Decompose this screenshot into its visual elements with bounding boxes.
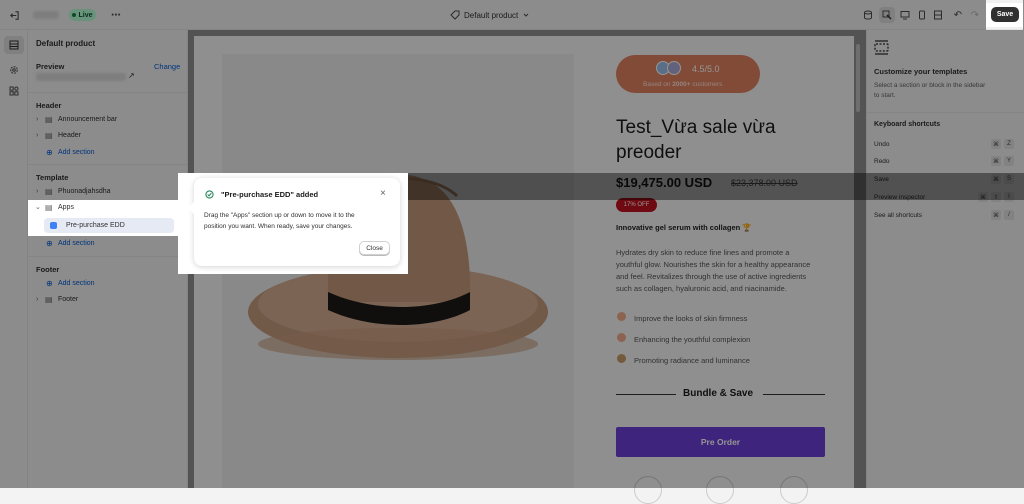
popup-title: "Pre-purchase EDD" added (221, 190, 319, 199)
overlay-dim (408, 200, 1024, 274)
popup-body: Drag the "Apps" section up or down to mo… (204, 212, 355, 219)
chevron-down-icon[interactable]: ⌄ (35, 203, 41, 211)
app-block-icon (50, 222, 57, 229)
overlay-dim (0, 274, 1024, 488)
apps-spotlight: ⌄ ▤ Apps Pre-purchase EDD (28, 200, 178, 236)
popup-close-label: Close (366, 244, 383, 252)
save-button[interactable]: Save (991, 7, 1019, 22)
overlay-dim (0, 0, 986, 30)
overlay-dim (0, 236, 178, 274)
section-added-popup: "Pre-purchase EDD" added × Drag the "App… (188, 178, 400, 266)
popup-close-button[interactable]: Close (359, 241, 390, 255)
close-icon[interactable]: × (380, 188, 386, 199)
save-label: Save (996, 11, 1014, 18)
popup-body: position you want. When ready, save your… (204, 223, 353, 230)
section-icon: ▤ (45, 203, 53, 212)
sidebar-item-pre-purchase-edd[interactable]: Pre-purchase EDD (44, 218, 174, 233)
overlay-dim (408, 173, 1024, 200)
overlay-dim (0, 200, 28, 236)
pre-purchase-label: Pre-purchase EDD (66, 222, 125, 229)
popup-pointer (188, 202, 194, 214)
check-circle-icon (205, 190, 214, 199)
sidebar-item-apps[interactable]: Apps (58, 204, 74, 211)
